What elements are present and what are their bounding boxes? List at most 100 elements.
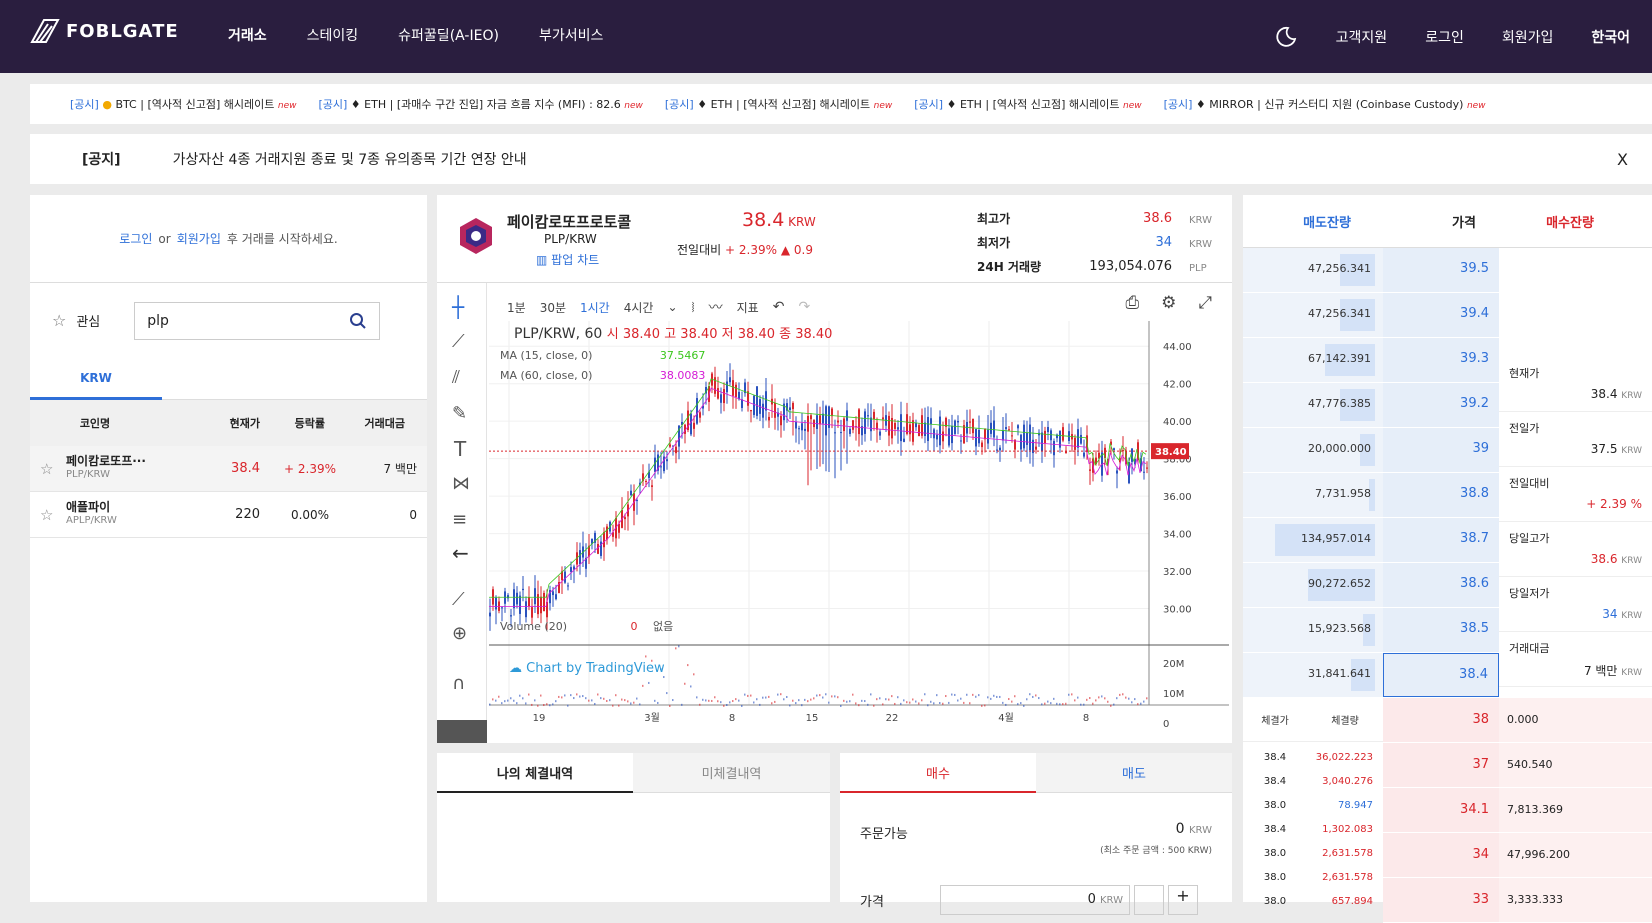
nav-staking[interactable]: 스테이킹: [307, 25, 359, 45]
ask-row[interactable]: 7,731.958 38.8: [1243, 473, 1499, 518]
candle-type-icon[interactable]: ⧘: [692, 298, 695, 316]
nav-login[interactable]: 로그인: [1425, 27, 1464, 47]
tab-open-orders[interactable]: 미체결내역: [633, 753, 830, 793]
ask-price[interactable]: 38.7: [1460, 531, 1489, 546]
ask-qty: 67,142.391: [1308, 352, 1371, 365]
star-icon[interactable]: ☆: [40, 460, 53, 478]
ask-row[interactable]: 47,256.341 39.4: [1243, 293, 1499, 338]
indicator-icon[interactable]: 〰: [709, 297, 723, 317]
interval-4h[interactable]: 4시간: [624, 299, 654, 316]
ask-row[interactable]: 67,142.391 39.3: [1243, 338, 1499, 383]
ask-price[interactable]: 38.5: [1460, 621, 1489, 636]
candle-body: [699, 412, 701, 418]
ask-row[interactable]: 47,256.341 39.5: [1243, 248, 1499, 293]
redo-icon[interactable]: ↷: [798, 299, 810, 315]
interval-1m[interactable]: 1분: [507, 299, 526, 316]
nav-signup[interactable]: 회원가입: [1502, 27, 1554, 47]
lock-draw-icon[interactable]: [437, 720, 487, 743]
magnet-icon[interactable]: ∩: [452, 673, 465, 694]
candle-body: [726, 381, 728, 393]
ask-row[interactable]: 90,272.652 38.6: [1243, 563, 1499, 608]
ruler-icon[interactable]: ⟋: [452, 589, 465, 610]
ticker-item[interactable]: [공시] ♦ ETH | [역사적 신고점] 해시레이트 new: [665, 96, 892, 112]
candle-body: [957, 420, 959, 423]
ask-row[interactable]: 20,000.000 39: [1243, 428, 1499, 473]
ask-price[interactable]: 38.4: [1459, 667, 1488, 682]
back-arrow-icon[interactable]: ←: [452, 541, 469, 565]
table-row[interactable]: ☆ 페이캄로또프··· PLP/KRW 38.4 + 2.39% 7 백만: [30, 446, 427, 492]
fib-icon[interactable]: ⫽: [452, 367, 460, 388]
col-change[interactable]: 등락률: [260, 415, 325, 431]
price-chart[interactable]: 44.0042.0040.0038.0036.0034.0032.0030.00…: [489, 321, 1231, 741]
ask-price[interactable]: 38.8: [1460, 486, 1489, 501]
favorites-label[interactable]: 관심: [76, 311, 100, 330]
undo-icon[interactable]: ↶: [773, 299, 785, 315]
ask-price[interactable]: 38.6: [1460, 576, 1489, 591]
zoom-in-icon[interactable]: ⊕: [452, 623, 467, 644]
signup-link[interactable]: 회원가입: [177, 230, 221, 247]
ask-price[interactable]: 39.5: [1460, 261, 1489, 276]
ask-price[interactable]: 39: [1472, 441, 1489, 456]
bid-row[interactable]: 34.1 7,813.369: [1383, 788, 1652, 833]
brush-icon[interactable]: ✎: [452, 403, 467, 424]
col-price[interactable]: 현재가: [160, 415, 260, 431]
tradingview-credit[interactable]: ☁ Chart by TradingView: [509, 661, 665, 676]
fullscreen-icon[interactable]: ⤢: [1198, 293, 1212, 313]
camera-icon[interactable]: ⎙: [1126, 293, 1140, 313]
ask-price[interactable]: 39.3: [1460, 351, 1489, 366]
tab-buy[interactable]: 매수: [840, 753, 1036, 793]
search-input[interactable]: plp: [134, 301, 381, 340]
price-input[interactable]: 0 KRW: [940, 885, 1130, 915]
col-volume[interactable]: 거래대금: [325, 415, 405, 431]
interval-bar: 1분 30분 1시간 4시간 ⌄ ⧘ 〰 지표 ↶ ↷: [507, 297, 810, 317]
crosshair-icon[interactable]: ┼: [452, 295, 464, 319]
volume-bar: [522, 697, 524, 700]
notice-text[interactable]: 가상자산 4종 거래지원 종료 및 7종 유의종목 기간 연장 안내: [173, 149, 527, 169]
text-tool-icon[interactable]: T: [454, 437, 466, 461]
close-icon[interactable]: X: [1617, 150, 1628, 169]
price-minus-button[interactable]: [1134, 885, 1164, 915]
indicator-button[interactable]: 지표: [737, 299, 759, 316]
price-plus-button[interactable]: +: [1168, 885, 1198, 915]
interval-30m[interactable]: 30분: [540, 299, 566, 316]
pattern-icon[interactable]: ⋈: [452, 473, 470, 494]
bid-row[interactable]: 34 47,996.200: [1383, 833, 1652, 878]
bid-row[interactable]: 33 3,333.333: [1383, 878, 1652, 923]
bid-row[interactable]: 37 540.540: [1383, 743, 1652, 788]
chevron-down-icon[interactable]: ⌄: [667, 300, 677, 314]
interval-1h[interactable]: 1시간: [580, 299, 610, 316]
nav-extra-service[interactable]: 부가서비스: [539, 25, 603, 45]
tab-krw[interactable]: KRW: [30, 358, 162, 400]
ask-row[interactable]: 47,776.385 39.2: [1243, 383, 1499, 428]
search-icon[interactable]: [349, 312, 367, 330]
table-row[interactable]: ☆ 애플파이 APLP/KRW 220 0.00% 0: [30, 492, 427, 538]
ticker-item[interactable]: [공시] ♦ ETH | [과매수 구간 진입] 자금 흐름 지수 (MFI) …: [318, 96, 642, 112]
nav-exchange[interactable]: 거래소: [228, 25, 267, 45]
ticker-item[interactable]: [공시] ● BTC | [역사적 신고점] 해시레이트 new: [70, 96, 296, 112]
star-icon[interactable]: ☆: [52, 311, 66, 330]
ask-row[interactable]: 31,841.641 38.4: [1243, 653, 1499, 698]
ask-row[interactable]: 15,923.568 38.5: [1243, 608, 1499, 653]
tab-my-trades[interactable]: 나의 체결내역: [437, 753, 633, 793]
bid-row[interactable]: 38 0.000: [1383, 698, 1652, 743]
tab-sell[interactable]: 매도: [1036, 753, 1232, 793]
nav-support[interactable]: 고객지원: [1336, 27, 1388, 47]
star-icon[interactable]: ☆: [40, 506, 53, 524]
settings-icon[interactable]: ⚙: [1161, 293, 1176, 313]
ask-price[interactable]: 39.2: [1460, 396, 1489, 411]
theme-toggle-icon[interactable]: [1274, 25, 1298, 49]
ticker-item[interactable]: [공시] ♦ MIRROR | 신규 커스터디 지원 (Coinbase Cus…: [1164, 96, 1486, 112]
measure-icon[interactable]: ≡: [452, 509, 467, 530]
col-coin-name[interactable]: 코인명: [30, 415, 160, 431]
language-select[interactable]: 한국어: [1591, 27, 1630, 47]
ask-price[interactable]: 39.4: [1460, 306, 1489, 321]
candle-body: [597, 543, 599, 554]
logo[interactable]: FOBLGATE: [30, 18, 179, 44]
nav-superdeal[interactable]: 슈퍼꿀딜(A-IEO): [398, 25, 499, 45]
popup-chart-button[interactable]: ▥ 팝업 차트: [536, 251, 599, 268]
ask-row[interactable]: 134,957.014 38.7: [1243, 518, 1499, 563]
volume-bar: [489, 703, 491, 706]
login-link[interactable]: 로그인: [119, 230, 152, 247]
trend-line-icon[interactable]: ⟋: [452, 331, 465, 352]
ticker-item[interactable]: [공시] ♦ ETH | [역사적 신고점] 해시레이트 new: [914, 96, 1141, 112]
